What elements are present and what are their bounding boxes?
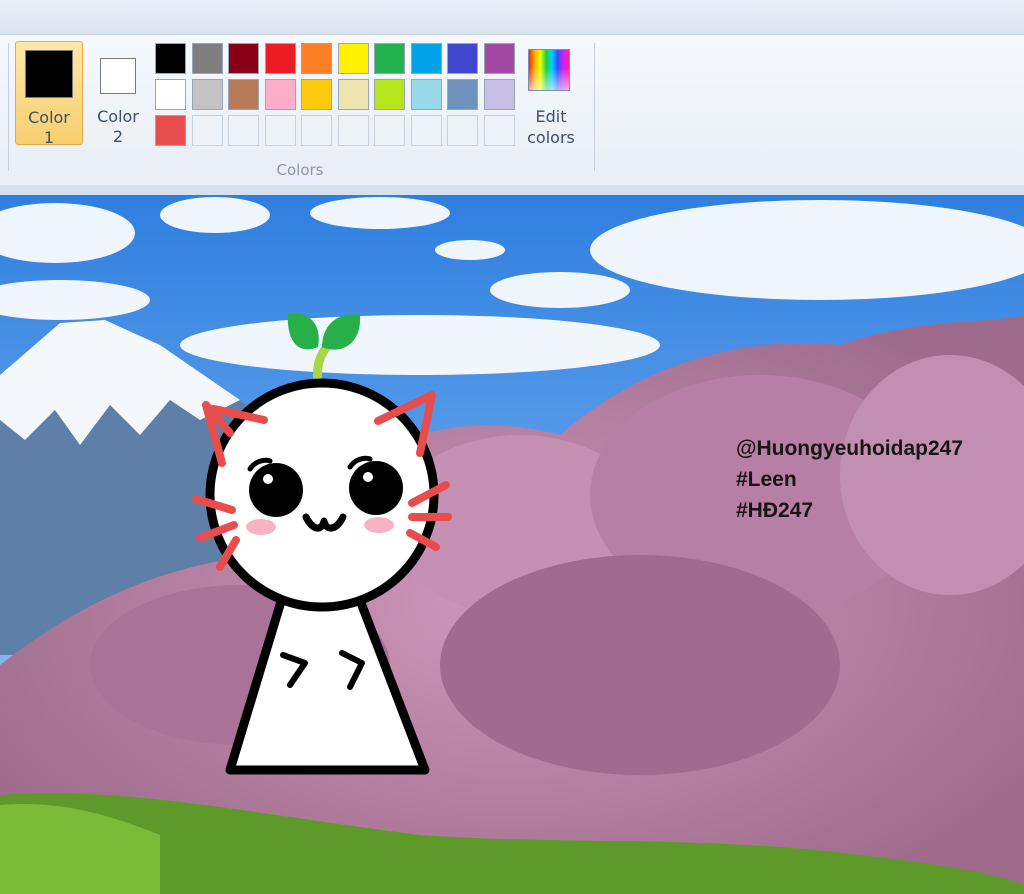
title-strip [0, 0, 1024, 35]
palette-color-swatch[interactable] [155, 43, 186, 74]
watermark-line-tag1: #Leen [736, 468, 797, 491]
palette-color-swatch[interactable] [410, 79, 442, 110]
palette-custom-slot[interactable] [337, 115, 369, 146]
color1-swatch [25, 50, 73, 98]
palette-color-swatch[interactable] [447, 79, 478, 110]
edit-colors-button[interactable]: Edit colors [523, 45, 579, 155]
palette-color-swatch[interactable] [374, 79, 405, 110]
color2-swatch [100, 58, 136, 94]
palette-color-swatch[interactable] [337, 79, 369, 110]
palette-color-swatch[interactable] [301, 43, 332, 74]
palette-custom-slot[interactable] [447, 115, 478, 146]
palette-custom-slot[interactable] [374, 115, 405, 146]
edit-colors-label: Edit colors [527, 107, 575, 147]
color1-button[interactable]: Color 1 [15, 41, 83, 147]
palette-custom-slot[interactable] [228, 115, 259, 146]
color1-label: Color 1 [28, 108, 70, 147]
ribbon: Color 1 Color 2 Edit colors Colors [0, 35, 1024, 186]
palette-color-swatch[interactable] [264, 43, 296, 74]
palette-color-swatch[interactable] [374, 43, 405, 74]
palette-color-swatch[interactable] [191, 79, 223, 110]
palette-color-swatch[interactable] [301, 79, 332, 110]
canvas-image [0, 195, 1024, 894]
palette-custom-slot[interactable] [483, 115, 515, 146]
watermark-line-tag2: #HĐ247 [736, 499, 814, 522]
palette-color-swatch[interactable] [228, 79, 259, 110]
palette-custom-slot[interactable] [410, 115, 442, 146]
group-separator [594, 43, 595, 171]
palette-color-swatch[interactable] [228, 43, 259, 74]
palette-color-swatch[interactable] [483, 79, 515, 110]
palette-custom-slot[interactable] [191, 115, 223, 146]
palette-color-swatch[interactable] [483, 43, 515, 74]
group-separator [8, 43, 9, 171]
palette-color-swatch[interactable] [155, 115, 186, 146]
palette-color-swatch[interactable] [410, 43, 442, 74]
palette-color-swatch[interactable] [264, 79, 296, 110]
palette-color-swatch[interactable] [155, 79, 186, 110]
palette-custom-slot[interactable] [301, 115, 332, 146]
palette-custom-slot[interactable] [264, 115, 296, 146]
palette-color-swatch[interactable] [337, 43, 369, 74]
color2-button[interactable]: Color 2 [84, 41, 152, 146]
color2-label: Color 2 [97, 107, 139, 146]
ribbon-edge [0, 185, 1024, 195]
palette-color-swatch[interactable] [191, 43, 223, 74]
colors-group-label: Colors [276, 161, 324, 179]
watermark-text: @Huongyeuhoidap247 #Leen #HĐ247 [736, 433, 963, 526]
rainbow-icon [528, 49, 570, 91]
palette-color-swatch[interactable] [447, 43, 478, 74]
watermark-line-handle: @Huongyeuhoidap247 [736, 437, 964, 460]
drawing-canvas[interactable]: @Huongyeuhoidap247 #Leen #HĐ247 [0, 195, 1024, 894]
